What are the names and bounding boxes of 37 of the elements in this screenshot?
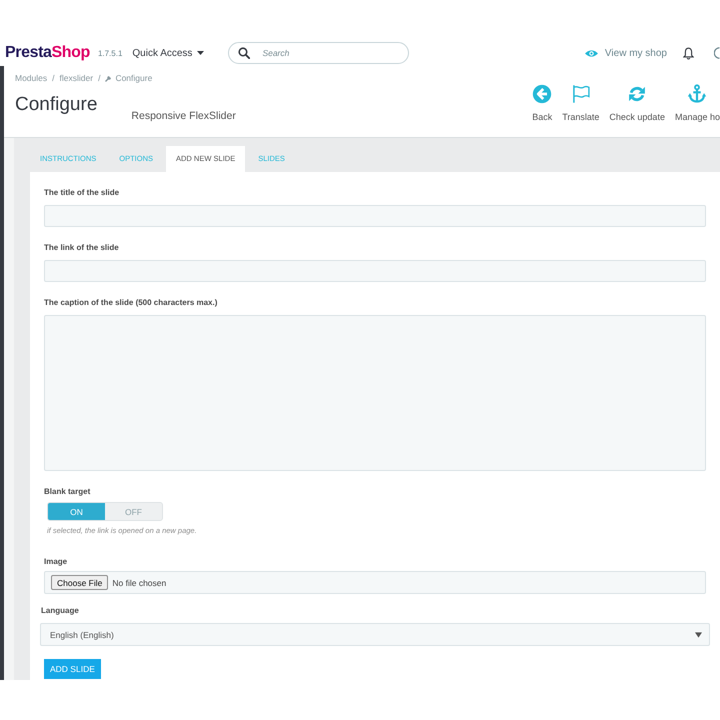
breadcrumb-current: Configure (115, 72, 152, 82)
file-field[interactable]: Choose File No file chosen (44, 571, 706, 594)
toolbar-button[interactable]: Check update (609, 84, 665, 123)
toolbar-button[interactable]: Manage ho (674, 84, 720, 123)
field-label: The title of the slide (44, 187, 120, 199)
logo[interactable]: PrestaShop (5, 43, 90, 63)
page-title: Configure (15, 93, 98, 117)
field-label: Language (41, 605, 80, 617)
language-select[interactable]: English (English) (40, 623, 710, 646)
breadcrumb-separator: / (98, 72, 100, 82)
field-label: Blank target (44, 486, 92, 498)
choose-file-button[interactable]: Choose File (51, 575, 108, 590)
view-shop-link[interactable]: View my shop (584, 48, 667, 58)
file-status-text: No file chosen (112, 578, 166, 588)
quick-access-menu[interactable]: Quick Access (132, 48, 204, 58)
wrench-icon (105, 74, 114, 82)
version-text: 1.7.5.1 (98, 48, 122, 58)
input-field[interactable] (44, 260, 706, 282)
toolbar-button[interactable]: Back (532, 84, 552, 123)
anchor-icon (687, 84, 708, 104)
input-field[interactable] (44, 205, 706, 227)
caret-icon (197, 51, 204, 55)
textarea-field[interactable] (44, 315, 706, 471)
field-label: The caption of the slide (500 characters max.) (44, 297, 218, 309)
module-name: Responsive FlexSlider (131, 110, 236, 123)
field-label: Image (44, 556, 68, 568)
back-icon (532, 84, 552, 104)
field-label: The link of the slide (44, 242, 120, 254)
bell-icon[interactable] (683, 46, 694, 60)
breadcrumb-separator: / (52, 72, 55, 82)
refresh-icon (627, 84, 648, 104)
eye-icon (584, 48, 598, 58)
flag-icon (570, 84, 591, 104)
search-field[interactable]: Search (228, 42, 410, 64)
toolbar-button[interactable]: Translate (562, 84, 600, 123)
caret-icon (695, 632, 702, 638)
search-icon (238, 47, 250, 59)
